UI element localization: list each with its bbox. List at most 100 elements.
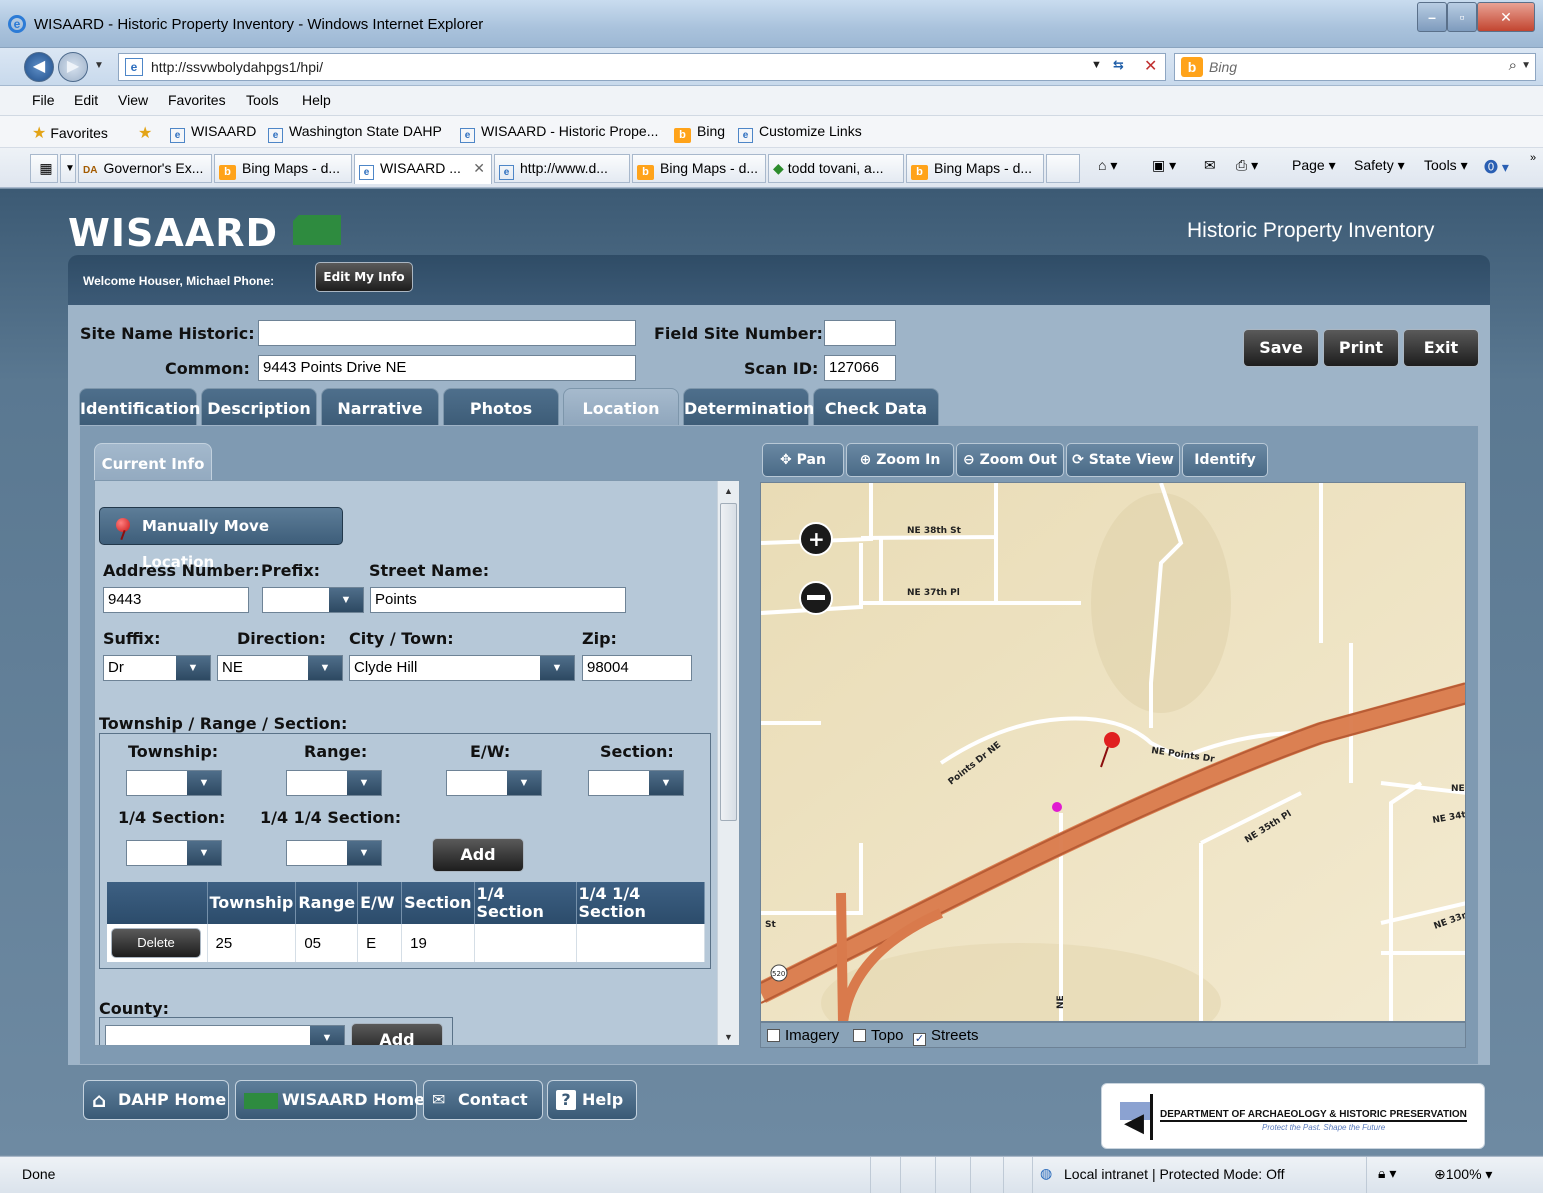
search-field[interactable]: b Bing ⌕ ▼ bbox=[1174, 53, 1536, 81]
layer-topo[interactable]: Topo bbox=[853, 1027, 904, 1044]
browser-tab-1[interactable]: DA Governor's Ex... bbox=[78, 154, 212, 183]
scroll-up-icon[interactable]: ▲ bbox=[718, 481, 739, 501]
browser-tab-7[interactable]: b Bing Maps - d... bbox=[906, 154, 1044, 183]
tab-determination[interactable]: Determination bbox=[683, 388, 814, 426]
browser-tab-4[interactable]: e http://www.d... bbox=[494, 154, 630, 183]
security-zone-text[interactable]: Local intranet | Protected Mode: Off bbox=[1064, 1166, 1285, 1182]
map-pan-button[interactable]: ✥ Pan bbox=[762, 443, 844, 477]
protected-mode-icon[interactable]: 🔒︎ ▾ bbox=[1378, 1165, 1396, 1182]
add-county-button[interactable]: Add bbox=[351, 1023, 443, 1045]
address-number-field[interactable]: 9443 bbox=[103, 587, 249, 613]
direction-select[interactable]: NE ▼ bbox=[217, 655, 343, 681]
tab-current-info[interactable]: Current Info bbox=[94, 443, 212, 481]
close-window-button[interactable]: ✕ bbox=[1477, 2, 1535, 32]
back-button[interactable]: ◀ bbox=[24, 52, 54, 82]
dahp-home-button[interactable]: ⌂ DAHP Home bbox=[83, 1080, 229, 1120]
tools-menu[interactable]: Tools ▾ bbox=[1424, 157, 1468, 174]
mail-icon[interactable]: ✉ bbox=[1204, 157, 1216, 174]
suffix-select[interactable]: Dr ▼ bbox=[103, 655, 211, 681]
quarter-section-select[interactable]: ▼ bbox=[126, 840, 222, 866]
close-tab-icon[interactable]: ✕ bbox=[473, 155, 485, 182]
range-select[interactable]: ▼ bbox=[286, 770, 382, 796]
tab-photos[interactable]: Photos bbox=[443, 388, 559, 426]
street-name-field[interactable]: Points bbox=[370, 587, 626, 613]
chevron-more-icon[interactable]: » bbox=[1530, 152, 1536, 164]
tab-check-data[interactable]: Check Data bbox=[813, 388, 939, 426]
map-zoom-out-button[interactable]: ⊖ Zoom Out bbox=[956, 443, 1064, 477]
field-site-number-field[interactable] bbox=[824, 320, 896, 346]
tab-description[interactable]: Description bbox=[201, 388, 317, 426]
help-icon[interactable]: ⓿ ▾ bbox=[1484, 157, 1509, 177]
print-icon[interactable]: ⎙ ▾ bbox=[1236, 157, 1258, 174]
browser-tab-2[interactable]: b Bing Maps - d... bbox=[214, 154, 352, 183]
browser-tab-6[interactable]: ◆ todd tovani, a... bbox=[768, 154, 904, 183]
safety-menu[interactable]: Safety ▾ bbox=[1354, 157, 1405, 174]
menu-help[interactable]: Help bbox=[302, 92, 331, 108]
stop-icon[interactable]: ✕ bbox=[1144, 56, 1157, 76]
tab-identification[interactable]: Identification bbox=[79, 388, 200, 426]
layer-streets[interactable]: ✓ Streets bbox=[913, 1027, 979, 1046]
save-button[interactable]: Save bbox=[1243, 329, 1319, 367]
url-dropdown-icon[interactable]: ▼ bbox=[1091, 59, 1102, 71]
map-zoom-in-button[interactable]: ⊕ Zoom In bbox=[846, 443, 954, 477]
browser-tab-3-active[interactable]: e WISAARD ... ✕ bbox=[354, 154, 492, 184]
fav-link-customize[interactable]: e Customize Links bbox=[738, 123, 862, 143]
common-name-field[interactable]: 9443 Points Drive NE bbox=[258, 355, 636, 381]
search-icon[interactable]: ⌕ bbox=[1509, 57, 1517, 74]
recent-pages-dropdown-icon[interactable]: ▼ bbox=[94, 60, 104, 71]
delete-row-button[interactable]: Delete bbox=[111, 928, 201, 958]
wisaard-home-button[interactable]: WISAARD Home bbox=[235, 1080, 425, 1120]
fav-link-dahp[interactable]: e Washington State DAHP bbox=[268, 123, 442, 143]
menu-file[interactable]: File bbox=[32, 92, 55, 108]
scan-id-field[interactable]: 127066 bbox=[824, 355, 896, 381]
menu-view[interactable]: View bbox=[118, 92, 148, 108]
manually-move-location-button[interactable]: Manually Move Location bbox=[99, 507, 343, 571]
prefix-select[interactable]: ▼ bbox=[262, 587, 364, 613]
panel-scrollbar[interactable]: ▲ ▼ bbox=[717, 481, 739, 1045]
scroll-thumb[interactable] bbox=[720, 503, 737, 821]
tab-location[interactable]: Location bbox=[563, 388, 679, 426]
feeds-icon[interactable]: ▣ ▾ bbox=[1152, 157, 1176, 174]
compatibility-view-icon[interactable]: ⇆ bbox=[1113, 57, 1124, 73]
page-menu[interactable]: Page ▾ bbox=[1292, 157, 1336, 174]
add-trs-button[interactable]: Add bbox=[432, 838, 524, 872]
tab-narrative[interactable]: Narrative bbox=[321, 388, 439, 426]
city-select[interactable]: Clyde Hill ▼ bbox=[349, 655, 575, 681]
new-tab-button[interactable] bbox=[1046, 154, 1080, 183]
dahp-logo[interactable]: ◀ DEPARTMENT OF ARCHAEOLOGY & HISTORIC P… bbox=[1101, 1083, 1485, 1149]
search-options-dropdown-icon[interactable]: ▼ bbox=[1521, 60, 1531, 71]
help-button[interactable]: ? Help bbox=[547, 1080, 637, 1120]
forward-button[interactable]: ▶ bbox=[58, 52, 88, 82]
exit-button[interactable]: Exit bbox=[1403, 329, 1479, 367]
tab-list-dropdown-icon[interactable]: ▼ bbox=[60, 154, 76, 183]
fav-link-bing[interactable]: b Bing bbox=[674, 123, 725, 143]
url-field[interactable]: e http://ssvwbolydahpgs1/hpi/ ▼ ⇆ ✕ bbox=[118, 53, 1166, 81]
section-select[interactable]: ▼ bbox=[588, 770, 684, 796]
county-select[interactable]: ▼ bbox=[105, 1025, 345, 1045]
favorites-button[interactable]: ★ Favorites bbox=[32, 123, 108, 143]
ew-select[interactable]: ▼ bbox=[446, 770, 542, 796]
map-identify-button[interactable]: Identify bbox=[1182, 443, 1268, 477]
site-name-historic-field[interactable] bbox=[258, 320, 636, 346]
scroll-down-icon[interactable]: ▼ bbox=[718, 1027, 739, 1045]
edit-my-info-button[interactable]: Edit My Info bbox=[315, 262, 413, 292]
fav-link-wisaard-historic[interactable]: e WISAARD - Historic Prope... bbox=[460, 123, 658, 143]
fav-link-wisaard[interactable]: e WISAARD bbox=[170, 123, 256, 143]
map-view[interactable]: NE 38th St NE 37th Pl Points Dr NE NE Po… bbox=[760, 482, 1466, 1022]
maximize-button[interactable]: ▫ bbox=[1447, 2, 1477, 32]
zoom-level[interactable]: ⊕100% ▾ bbox=[1434, 1166, 1492, 1183]
quarter-quarter-section-select[interactable]: ▼ bbox=[286, 840, 382, 866]
menu-edit[interactable]: Edit bbox=[74, 92, 98, 108]
layer-imagery[interactable]: Imagery bbox=[767, 1027, 839, 1044]
add-to-favorites-bar-icon[interactable]: ★ bbox=[138, 123, 156, 143]
print-button[interactable]: Print bbox=[1323, 329, 1399, 367]
browser-tab-5[interactable]: b Bing Maps - d... bbox=[632, 154, 766, 183]
contact-button[interactable]: ✉ Contact bbox=[423, 1080, 543, 1120]
township-select[interactable]: ▼ bbox=[126, 770, 222, 796]
home-icon[interactable]: ⌂ ▾ bbox=[1098, 157, 1117, 174]
minimize-button[interactable]: – bbox=[1417, 2, 1447, 32]
map-state-view-button[interactable]: ⟳ State View bbox=[1066, 443, 1180, 477]
menu-tools[interactable]: Tools bbox=[246, 92, 279, 108]
zip-field[interactable]: 98004 bbox=[582, 655, 692, 681]
menu-favorites[interactable]: Favorites bbox=[168, 92, 226, 108]
